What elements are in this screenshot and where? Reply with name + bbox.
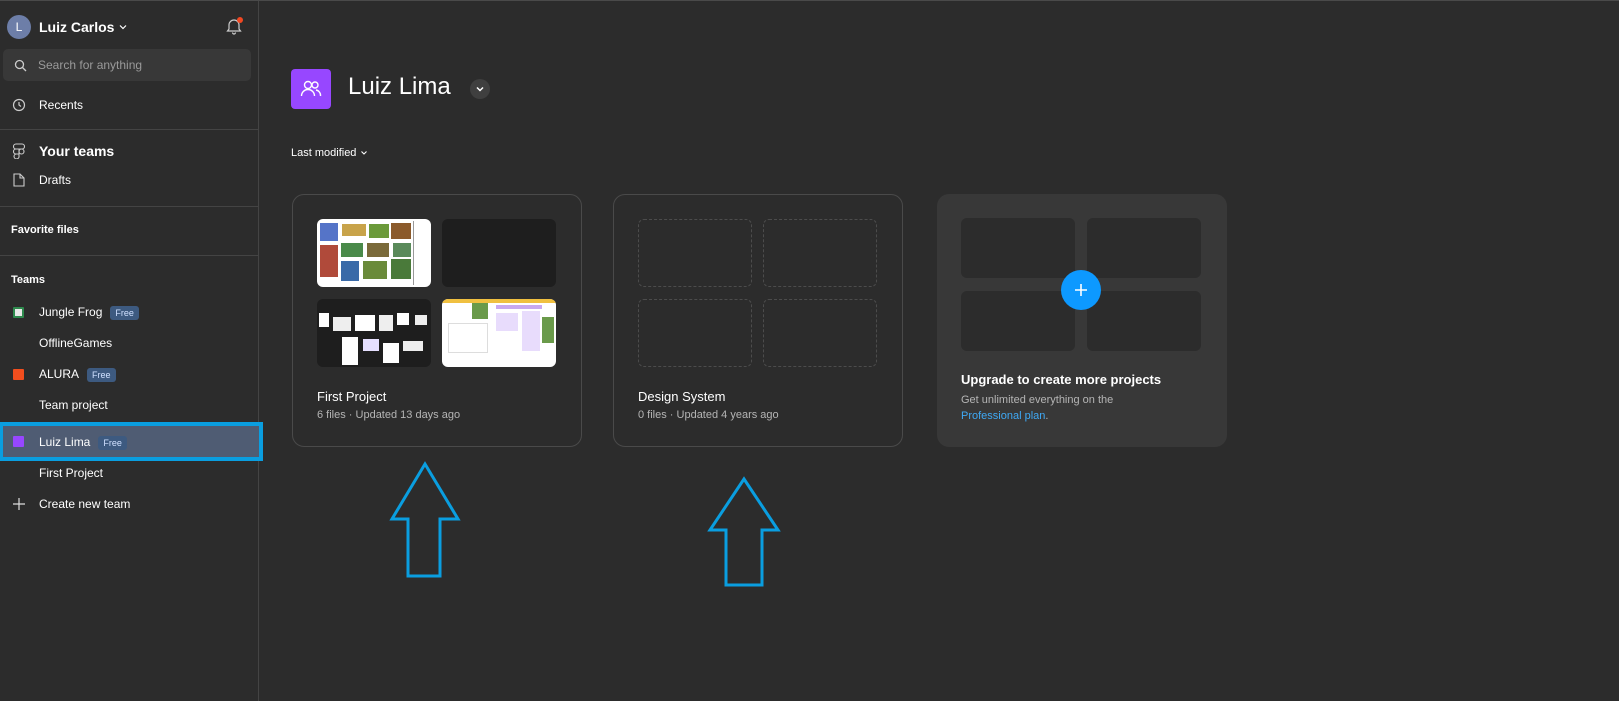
chevron-down-icon (476, 86, 484, 92)
placeholder-block (1087, 218, 1201, 278)
file-thumbnail (317, 219, 431, 287)
divider (0, 129, 259, 130)
upgrade-period: . (1045, 410, 1049, 422)
file-thumbnail (442, 219, 556, 287)
divider (0, 255, 259, 256)
sidebar-item-drafts[interactable]: Drafts (0, 167, 259, 193)
upgrade-title: Upgrade to create more projects (961, 372, 1162, 387)
sidebar-item-label: Recents (39, 98, 84, 112)
create-new-team-button[interactable]: Create new team (0, 491, 259, 517)
upgrade-description: Get unlimited everything on the Professi… (961, 392, 1211, 424)
search-bar[interactable] (3, 49, 251, 81)
sidebar-item-offlinegames[interactable]: OfflineGames (0, 330, 259, 356)
sidebar-item-recents[interactable]: Recents (0, 92, 259, 118)
annotation-arrow-up (389, 461, 461, 578)
team-name: Luiz Lima (39, 434, 91, 449)
main-content: Luiz Lima Last modified First Project 6 … (260, 1, 1619, 701)
sidebar-item-your-teams[interactable]: Your teams (0, 138, 259, 164)
user-menu[interactable]: L Luiz Carlos (7, 14, 127, 40)
team-name: Team project (39, 398, 108, 412)
sidebar-item-label: Drafts (39, 173, 72, 187)
notification-dot (237, 17, 243, 23)
divider (0, 206, 259, 207)
project-meta: 6 files · Updated 13 days ago (317, 409, 461, 421)
plan-badge: Free (98, 435, 127, 450)
empty-thumbnail (763, 219, 877, 287)
upgrade-desc-text: Get unlimited everything on the (961, 394, 1114, 406)
placeholder-block (1087, 291, 1201, 351)
upgrade-card: Upgrade to create more projects Get unli… (937, 194, 1227, 447)
team-label: Jungle Frog Free (39, 305, 139, 320)
team-name: Jungle Frog (39, 305, 103, 319)
empty-thumbnail (638, 219, 752, 287)
project-card-first-project[interactable]: First Project 6 files · Updated 13 days … (292, 194, 582, 447)
team-label: ALURA Free (39, 367, 116, 382)
team-icon (291, 69, 331, 109)
sidebar-item-alura[interactable]: ALURA Free (0, 361, 259, 387)
team-name: First Project (39, 466, 104, 480)
sidebar-item-label: Your teams (39, 143, 115, 159)
placeholder-block (961, 218, 1075, 278)
file-thumbnail (317, 299, 431, 367)
sort-dropdown[interactable]: Last modified (291, 147, 368, 159)
project-meta: 0 files · Updated 4 years ago (638, 409, 779, 421)
chevron-down-icon (361, 151, 368, 155)
project-card-design-system[interactable]: Design System 0 files · Updated 4 years … (613, 194, 903, 447)
empty-thumbnail (763, 299, 877, 367)
team-avatar (13, 436, 24, 447)
search-input[interactable] (38, 58, 238, 72)
create-team-label: Create new team (39, 497, 131, 511)
team-name: OfflineGames (39, 336, 113, 350)
plan-badge: Free (110, 306, 139, 320)
chevron-down-icon (120, 25, 127, 30)
professional-plan-link[interactable]: Professional plan (961, 410, 1045, 422)
placeholder-block (961, 291, 1075, 351)
file-icon (12, 173, 26, 187)
team-menu-button[interactable] (470, 79, 490, 99)
annotation-arrow-up (707, 476, 781, 587)
teams-heading: Teams (11, 274, 46, 286)
clock-icon (12, 98, 26, 112)
sidebar-item-first-project[interactable]: First Project (0, 460, 259, 486)
avatar: L (7, 15, 31, 39)
plus-icon (12, 497, 26, 511)
page-title: Luiz Lima (348, 73, 451, 100)
plus-icon (1075, 284, 1087, 296)
sidebar-item-team-project[interactable]: Team project (0, 392, 259, 418)
user-name: Luiz Carlos (39, 19, 115, 35)
sidebar: L Luiz Carlos Recents Your teams Drafts … (0, 1, 263, 701)
plan-badge: Free (87, 368, 116, 382)
empty-thumbnail (638, 299, 752, 367)
add-project-button[interactable] (1061, 270, 1101, 310)
figma-logo-icon (12, 143, 26, 159)
team-label: Luiz Lima Free (39, 434, 127, 450)
sidebar-item-jungle-frog[interactable]: Jungle Frog Free (0, 299, 259, 325)
favorite-files-heading: Favorite files (11, 224, 79, 236)
sort-label: Last modified (291, 147, 357, 159)
sidebar-item-luiz-lima[interactable]: Luiz Lima Free (0, 422, 263, 461)
team-avatar (13, 306, 24, 318)
team-avatar (13, 368, 24, 380)
app-window: L Luiz Carlos Recents Your teams Drafts … (0, 0, 1619, 701)
team-name: ALURA (39, 367, 80, 381)
file-thumbnail (442, 299, 556, 367)
project-name: First Project (317, 389, 387, 404)
project-name: Design System (638, 389, 726, 404)
search-icon (14, 59, 27, 71)
